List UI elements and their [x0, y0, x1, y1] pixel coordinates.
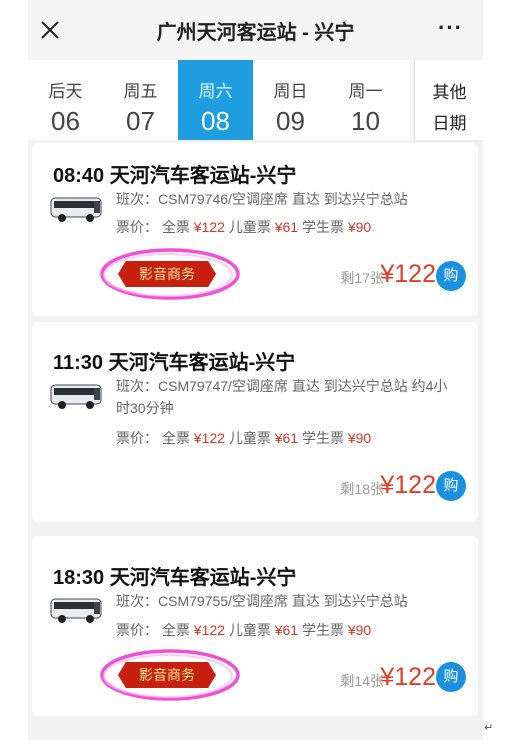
date-tab-08-selected[interactable]: 周六 08 [178, 60, 253, 140]
date-tab-day: 09 [276, 106, 305, 136]
child-ticket-label: 儿童票 [228, 219, 271, 235]
date-tab-06[interactable]: 后天 06 [28, 60, 103, 140]
trip-title: 08:40 天河汽车客运站-兴宁 [53, 159, 296, 188]
departure-time: 08:40 [53, 165, 105, 187]
remaining-seats: 剩14张 [340, 673, 384, 689]
ticket-prices: 票价： 全票 ¥122 儿童票 ¥61 学生票 ¥90 [116, 620, 371, 640]
page-title: 广州天河客运站 - 兴宁 [156, 22, 355, 44]
date-tab-weekday: 周一 [348, 82, 383, 101]
full-ticket-label: 全票 [161, 219, 190, 235]
full-ticket-price: ¥122 [193, 430, 225, 446]
date-selector: 后天 06 周五 07 周六 08 周日 09 周一 10 其他 日期 [28, 60, 483, 140]
trip-card[interactable]: 18:30 天河汽车客运站-兴宁 班次：CSM79755/空调座席 直达 到达兴… [32, 536, 478, 716]
child-ticket-label: 儿童票 [228, 430, 271, 446]
ticket-price: ¥122 [380, 471, 436, 499]
route-name: 天河汽车客运站-兴宁 [109, 165, 297, 187]
student-ticket-price: ¥90 [347, 219, 372, 235]
ticket-prices: 票价： 全票 ¥122 儿童票 ¥61 学生票 ¥90 [116, 217, 371, 237]
date-tab-weekday: 周六 [198, 82, 233, 101]
departure-time: 11:30 [53, 352, 104, 374]
buy-button[interactable]: 购 [436, 662, 466, 692]
trip-card[interactable]: 11:30 天河汽车客运站-兴宁 班次：CSM79747/空调座席 直达 到达兴… [32, 322, 478, 522]
remaining-seats: 剩17张 [340, 270, 384, 286]
phone-screen: 广州天河客运站 - 兴宁 ··· 后天 06 周五 07 周六 08 周日 09… [28, 0, 483, 740]
child-ticket-price: ¥61 [274, 219, 299, 235]
more-icon[interactable]: ··· [438, 17, 463, 39]
full-ticket-price: ¥122 [193, 219, 225, 235]
date-tab-day: 10 [351, 106, 380, 136]
other-dates-button[interactable]: 其他 日期 [414, 60, 483, 140]
child-ticket-label: 儿童票 [228, 622, 271, 638]
business-badge: 影音商务 [118, 662, 216, 688]
date-tab-day: 06 [51, 106, 80, 136]
child-ticket-price: ¥61 [274, 430, 299, 446]
ticket-prices: 票价： 全票 ¥122 儿童票 ¥61 学生票 ¥90 [116, 428, 371, 448]
ticket-price: ¥122 [380, 663, 436, 691]
bus-icon [50, 598, 102, 623]
full-ticket-label: 全票 [161, 430, 190, 446]
business-badge-highlight: 影音商务 [96, 647, 244, 703]
trip-title: 18:30 天河汽车客运站-兴宁 [53, 561, 296, 590]
departure-time: 18:30 [53, 567, 105, 589]
date-tab-day: 08 [201, 106, 230, 136]
remaining-seats: 剩18张 [340, 481, 384, 497]
bus-icon [50, 197, 102, 222]
date-tab-weekday: 后天 [48, 82, 83, 101]
business-badge-highlight: 影音商务 [96, 246, 244, 302]
date-tab-weekday: 周五 [123, 82, 158, 101]
buy-button[interactable]: 购 [436, 261, 466, 291]
ticket-price: ¥122 [380, 260, 436, 288]
full-ticket-label: 全票 [161, 622, 190, 638]
other-dates-label: 其他 [432, 83, 467, 102]
trip-info: 班次：CSM79747/空调座席 直达 到达兴宁总站 约4小时30分钟 [116, 378, 448, 416]
student-ticket-label: 学生票 [301, 219, 344, 235]
other-dates-label: 日期 [432, 114, 467, 133]
trip-card[interactable]: 08:40 天河汽车客运站-兴宁 班次：CSM79746/空调座席 直达 到达兴… [32, 143, 478, 316]
date-tab-09[interactable]: 周日 09 [253, 60, 328, 140]
route-name: 天河汽车客运站-兴宁 [108, 352, 296, 374]
trip-info: 班次：CSM79755/空调座席 直达 到达兴宁总站 [116, 593, 408, 609]
top-bar: 广州天河客运站 - 兴宁 ··· [28, 0, 483, 60]
price-label: 票价： [116, 219, 158, 235]
trip-title: 11:30 天河汽车客运站-兴宁 [53, 346, 295, 375]
date-tab-weekday: 周日 [273, 82, 308, 101]
student-ticket-label: 学生票 [301, 430, 344, 446]
date-tab-day: 07 [126, 106, 155, 136]
business-badge: 影音商务 [118, 261, 216, 287]
bus-icon [50, 384, 102, 409]
child-ticket-price: ¥61 [274, 622, 299, 638]
student-ticket-label: 学生票 [301, 622, 344, 638]
return-mark: ↵ [484, 722, 494, 734]
full-ticket-price: ¥122 [193, 622, 225, 638]
student-ticket-price: ¥90 [347, 430, 372, 446]
date-tab-10[interactable]: 周一 10 [328, 60, 403, 140]
trip-info: 班次：CSM79746/空调座席 直达 到达兴宁总站 [116, 191, 408, 207]
date-tab-07[interactable]: 周五 07 [103, 60, 178, 140]
buy-button[interactable]: 购 [436, 471, 466, 501]
price-label: 票价： [116, 622, 158, 638]
route-name: 天河汽车客运站-兴宁 [109, 567, 297, 589]
price-label: 票价： [116, 430, 158, 446]
student-ticket-price: ¥90 [347, 622, 372, 638]
